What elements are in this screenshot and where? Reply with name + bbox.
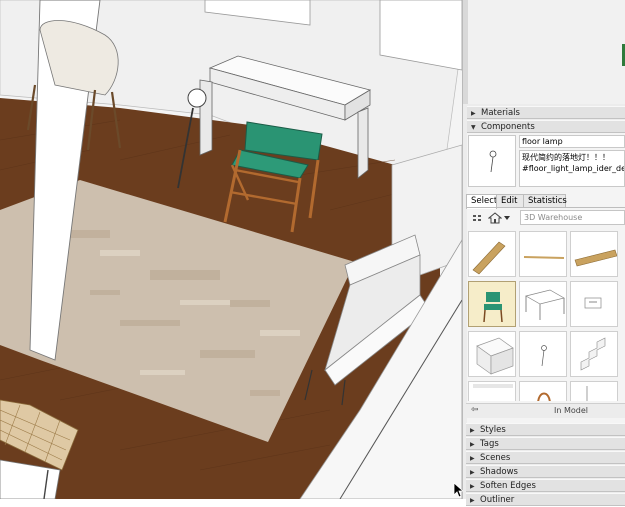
component-item[interactable] bbox=[570, 281, 618, 327]
back-arrow-icon[interactable]: ⇦ bbox=[471, 404, 479, 417]
white-box-icon bbox=[476, 337, 514, 375]
component-item[interactable] bbox=[519, 331, 567, 377]
panel-label: Scenes bbox=[480, 453, 511, 463]
white-desk-icon bbox=[525, 289, 565, 320]
view-options-icon[interactable] bbox=[470, 211, 486, 224]
tab-statistics[interactable]: Statistics bbox=[523, 194, 567, 208]
component-item[interactable] bbox=[468, 381, 516, 401]
room-scene bbox=[0, 0, 462, 499]
expand-icon: ▶ bbox=[470, 441, 475, 448]
home-icon[interactable] bbox=[487, 211, 503, 224]
component-item[interactable] bbox=[570, 331, 618, 377]
component-item[interactable] bbox=[468, 331, 516, 377]
thin-rod-icon bbox=[523, 256, 565, 259]
component-item[interactable] bbox=[519, 231, 567, 277]
post-icon bbox=[537, 392, 551, 401]
panel-label: Soften Edges bbox=[480, 481, 536, 491]
description-line: 现代简约的落地灯！！！ bbox=[522, 153, 610, 162]
panel-soften-edges[interactable]: ▶ Soften Edges bbox=[466, 479, 625, 492]
panel-outliner[interactable]: ▶ Outliner bbox=[466, 493, 625, 506]
description-line: #floor_light_lamp_ider_design bbox=[522, 164, 625, 173]
component-nav-bar: ⇦ In Model bbox=[466, 403, 625, 418]
panel-label: Shadows bbox=[480, 467, 518, 477]
expand-icon: ▶ bbox=[470, 469, 475, 476]
panel-label: Components bbox=[481, 122, 535, 132]
panel-styles[interactable]: ▶ Styles bbox=[466, 423, 625, 436]
component-item[interactable] bbox=[468, 231, 516, 277]
component-name-field[interactable]: floor lamp bbox=[519, 135, 625, 148]
model-viewport[interactable] bbox=[0, 0, 462, 499]
panel-label: Tags bbox=[480, 439, 499, 449]
floor-lamp-icon bbox=[489, 150, 497, 173]
panel-components[interactable]: ▼ Components bbox=[467, 120, 625, 133]
small-cabinet-icon bbox=[584, 297, 602, 309]
green-chair-icon bbox=[483, 292, 503, 323]
panel-tags[interactable]: ▶ Tags bbox=[466, 437, 625, 450]
panel-shadows[interactable]: ▶ Shadows bbox=[466, 465, 625, 478]
navigation-dropdown-icon[interactable] bbox=[502, 211, 512, 224]
stool-icon bbox=[473, 384, 513, 388]
panel-scenes[interactable]: ▶ Scenes bbox=[466, 451, 625, 464]
in-model-label: In Model bbox=[554, 406, 588, 415]
component-item[interactable] bbox=[570, 381, 618, 401]
component-item[interactable] bbox=[468, 281, 516, 327]
tray-scrollbar[interactable] bbox=[463, 0, 468, 104]
selected-component-thumbnail bbox=[468, 135, 516, 187]
warehouse-search-input[interactable]: 3D Warehouse bbox=[520, 210, 625, 225]
panel-label: Outliner bbox=[480, 495, 515, 505]
expand-icon: ▶ bbox=[470, 483, 475, 490]
component-description-field[interactable]: 现代简约的落地灯！！！ #floor_light_lamp_ider_desig… bbox=[519, 150, 625, 187]
panel-label: Styles bbox=[480, 425, 506, 435]
wood-board-icon bbox=[574, 249, 617, 267]
plank-angled-icon bbox=[472, 241, 506, 275]
mouse-cursor-icon bbox=[453, 482, 463, 498]
floor-lamp-icon bbox=[541, 345, 547, 367]
tab-edit[interactable]: Edit bbox=[496, 194, 524, 208]
stairs-icon bbox=[580, 337, 606, 371]
component-item[interactable] bbox=[519, 381, 567, 401]
component-item[interactable] bbox=[519, 281, 567, 327]
expand-icon: ▶ bbox=[470, 427, 475, 434]
partial-icon bbox=[586, 386, 588, 401]
panel-label: Materials bbox=[481, 108, 520, 118]
tab-divider bbox=[466, 207, 625, 208]
tray-upper-area bbox=[463, 0, 625, 104]
panel-materials[interactable]: ▶ Materials bbox=[467, 106, 625, 119]
expand-icon: ▶ bbox=[471, 110, 476, 117]
component-item[interactable] bbox=[570, 231, 618, 277]
expand-icon: ▶ bbox=[470, 497, 475, 504]
expand-icon: ▶ bbox=[470, 455, 475, 462]
component-grid bbox=[468, 231, 625, 401]
